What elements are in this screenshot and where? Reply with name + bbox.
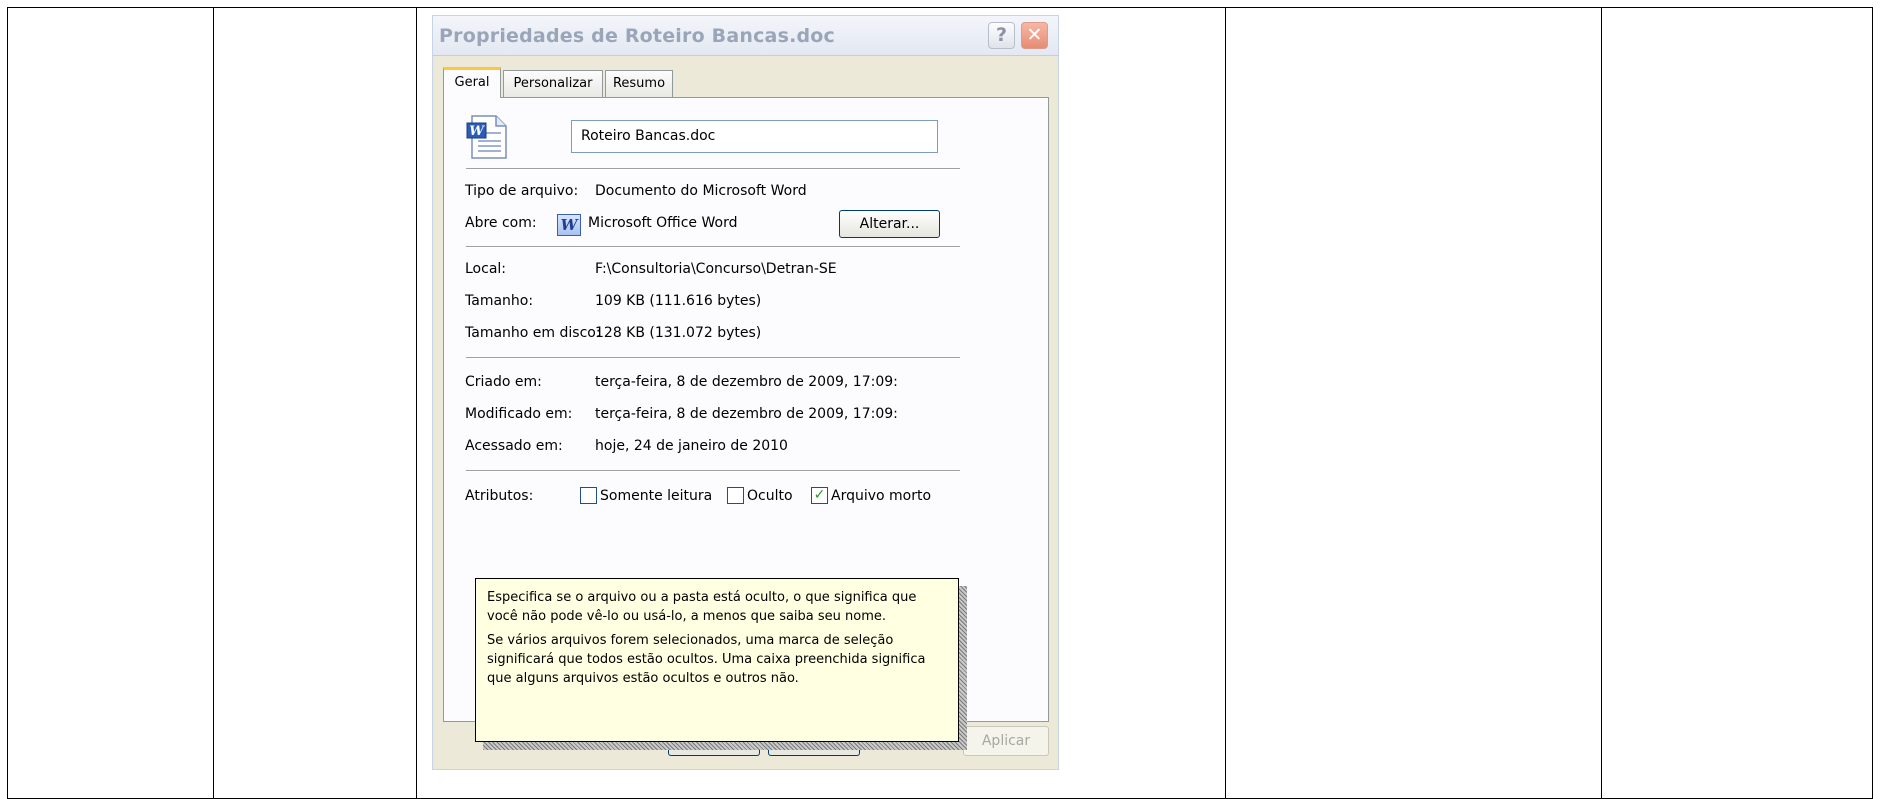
close-button[interactable]: ✕ xyxy=(1021,22,1048,49)
separator xyxy=(466,168,960,170)
file-type-value: Documento do Microsoft Word xyxy=(595,183,807,199)
help-button[interactable]: ? xyxy=(988,22,1015,49)
disk-size-label: Tamanho em disco: xyxy=(465,325,601,341)
tab-resumo[interactable]: Resumo xyxy=(605,70,673,97)
created-value: terça-feira, 8 de dezembro de 2009, 17:0… xyxy=(595,374,898,390)
size-value: 109 KB (111.616 bytes) xyxy=(595,293,762,309)
svg-text:W: W xyxy=(469,124,485,139)
separator xyxy=(466,246,960,248)
tooltip-paragraph: Se vários arquivos forem selecionados, u… xyxy=(487,633,926,686)
dialog-title: Propriedades de Roteiro Bancas.doc xyxy=(439,25,836,47)
file-name-input[interactable]: Roteiro Bancas.doc xyxy=(571,120,938,153)
tab-geral[interactable]: Geral xyxy=(443,67,501,98)
separator xyxy=(466,470,960,472)
table-column-divider xyxy=(1601,8,1602,798)
archive-checkbox[interactable]: ✓ xyxy=(811,487,828,504)
accessed-value: hoje, 24 de janeiro de 2010 xyxy=(595,438,788,454)
change-button[interactable]: Alterar... xyxy=(839,210,940,238)
location-value: F:\Consultoria\Concurso\Detran-SE xyxy=(595,261,837,277)
disk-size-value: 128 KB (131.072 bytes) xyxy=(595,325,762,341)
accessed-label: Acessado em: xyxy=(465,438,563,454)
word-app-icon: W xyxy=(557,214,581,236)
file-type-label: Tipo de arquivo: xyxy=(465,183,579,199)
opens-with-value: Microsoft Office Word xyxy=(588,215,738,231)
hidden-checkbox[interactable] xyxy=(727,487,744,504)
modified-label: Modificado em: xyxy=(465,406,573,422)
table-column-divider xyxy=(1225,8,1226,798)
hidden-label[interactable]: Oculto xyxy=(747,488,793,504)
word-document-icon: W xyxy=(466,115,507,159)
opens-with-label: Abre com: xyxy=(465,215,537,231)
archive-label[interactable]: Arquivo morto xyxy=(831,488,931,504)
tab-personalizar[interactable]: Personalizar xyxy=(503,70,603,97)
modified-value: terça-feira, 8 de dezembro de 2009, 17:0… xyxy=(595,406,898,422)
table-column-divider xyxy=(416,8,417,798)
table-column-divider xyxy=(213,8,214,798)
attributes-label: Atributos: xyxy=(465,488,534,504)
location-label: Local: xyxy=(465,261,507,277)
read-only-checkbox[interactable] xyxy=(580,487,597,504)
tooltip-paragraph: Especifica se o arquivo ou a pasta está … xyxy=(487,590,917,624)
created-label: Criado em: xyxy=(465,374,542,390)
dialog-titlebar[interactable]: Propriedades de Roteiro Bancas.doc ? ✕ xyxy=(433,16,1058,56)
separator xyxy=(466,357,960,359)
read-only-label[interactable]: Somente leitura xyxy=(600,488,712,504)
hidden-attribute-tooltip: Especifica se o arquivo ou a pasta está … xyxy=(475,578,959,742)
apply-button[interactable]: Aplicar xyxy=(963,726,1049,756)
size-label: Tamanho: xyxy=(465,293,534,309)
